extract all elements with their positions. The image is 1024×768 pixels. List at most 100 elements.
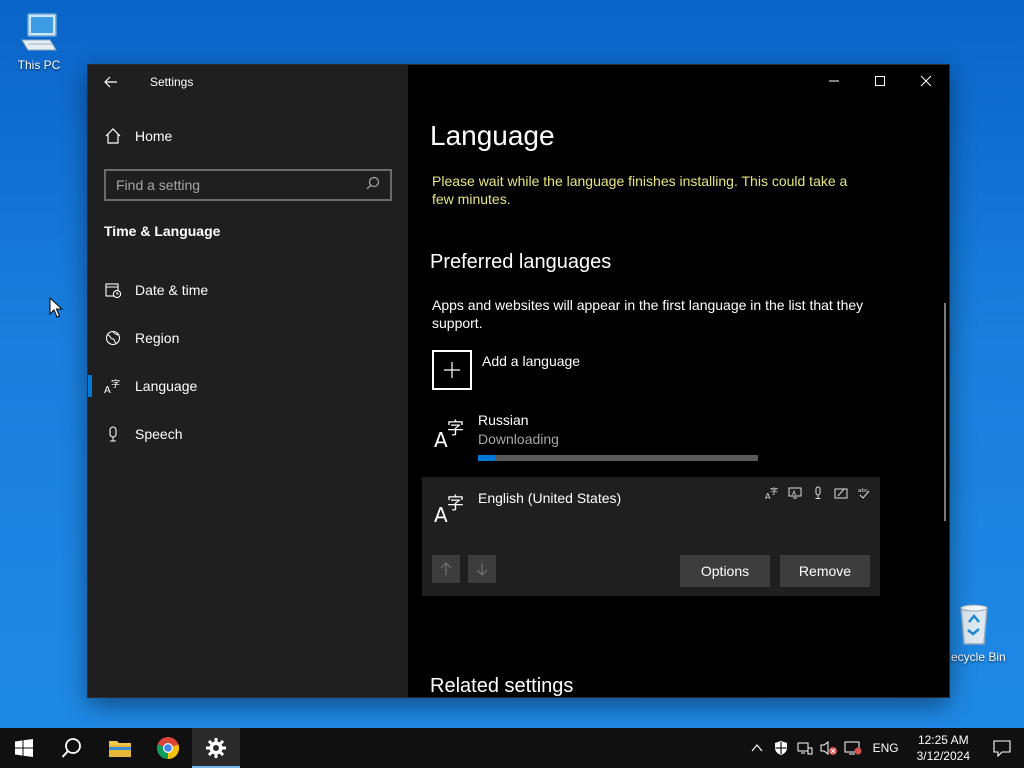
clock-date: 3/12/2024 [916, 749, 970, 763]
clock-time: 12:25 AM [917, 733, 969, 747]
sidebar-item-date-time[interactable]: Date & time [88, 266, 408, 314]
section-title: Time & Language [104, 223, 221, 239]
title-bar: Settings [88, 65, 408, 99]
notification-icon [993, 740, 1011, 757]
handwriting-icon [833, 485, 849, 501]
chevron-up-icon [751, 744, 763, 752]
recycle-bin-icon [951, 602, 997, 648]
home-label: Home [135, 128, 173, 144]
minimize-button[interactable] [811, 65, 857, 97]
svg-text:字: 字 [447, 419, 464, 439]
page-title: Language [430, 120, 555, 151]
computer-icon [16, 10, 62, 56]
mouse-cursor-icon [49, 297, 63, 318]
maximize-icon [875, 76, 885, 86]
display-tray-button[interactable] [841, 728, 865, 768]
settings-window: Settings Home Time & Language Date & tim… [88, 65, 949, 697]
shield-icon [774, 741, 787, 755]
add-language-label: Add a language [482, 353, 581, 369]
sidebar-item-label: Speech [135, 426, 183, 442]
network-tray-button[interactable] [793, 728, 817, 768]
svg-text:字: 字 [111, 378, 120, 390]
related-settings-heading: Related settings [430, 675, 574, 697]
language-glyph-icon: A字 [434, 416, 468, 452]
svg-text:A: A [104, 385, 111, 395]
action-center-button[interactable] [980, 728, 1024, 768]
file-explorer-button[interactable] [96, 728, 144, 768]
language-item-english[interactable]: A字 English (United States) A字 A abc Opti… [422, 477, 880, 596]
svg-text:A: A [434, 503, 448, 525]
desktop-icon-label: Recycle Bin [942, 650, 1006, 664]
security-tray-button[interactable] [769, 728, 793, 768]
file-explorer-icon [109, 741, 131, 757]
display-icon [844, 741, 862, 755]
start-icon [15, 739, 33, 757]
language-pack-icon: A字 [764, 485, 780, 501]
settings-taskbar-button[interactable] [192, 728, 240, 768]
search-input[interactable] [116, 177, 366, 193]
language-feature-icons: A字 A abc [764, 485, 872, 501]
sidebar-item-label: Region [135, 330, 180, 346]
taskbar: ENG 12:25 AM 3/12/2024 [0, 728, 1024, 768]
back-arrow-icon [104, 76, 117, 88]
speech-icon [810, 485, 826, 501]
minimize-icon [829, 80, 839, 82]
language-name: English (United States) [478, 490, 622, 506]
home-icon [104, 127, 122, 145]
language-indicator[interactable]: ENG [865, 741, 907, 755]
language-item-russian[interactable]: A字 Russian Downloading [432, 410, 772, 466]
show-hidden-icons-button[interactable] [745, 728, 769, 768]
window-controls [811, 65, 949, 97]
settings-sidebar: Settings Home Time & Language Date & tim… [88, 65, 408, 697]
sidebar-item-region[interactable]: Region [88, 314, 408, 362]
arrow-up-icon [440, 562, 452, 575]
plus-icon [432, 350, 472, 390]
svg-text:A: A [434, 428, 448, 450]
close-icon [920, 75, 932, 87]
move-up-button[interactable] [432, 555, 460, 583]
language-status: Downloading [478, 431, 559, 447]
search-button[interactable] [48, 728, 96, 768]
home-nav-item[interactable]: Home [104, 127, 172, 145]
add-language-button[interactable]: Add a language [432, 350, 580, 390]
sidebar-item-speech[interactable]: Speech [88, 410, 408, 458]
settings-icon [206, 738, 226, 758]
system-tray: ENG 12:25 AM 3/12/2024 [745, 728, 1024, 768]
options-button[interactable]: Options [680, 555, 770, 587]
display-language-icon: A [787, 485, 803, 501]
maximize-button[interactable] [857, 65, 903, 97]
search-icon [61, 738, 81, 758]
chrome-icon [156, 737, 180, 760]
network-icon [797, 742, 813, 755]
sidebar-item-label: Language [135, 378, 198, 394]
settings-main-pane: Language Please wait while the language … [408, 65, 949, 697]
microphone-icon [104, 425, 122, 443]
clock[interactable]: 12:25 AM 3/12/2024 [907, 732, 980, 764]
volume-muted-icon [820, 741, 837, 755]
download-progress-bar [478, 455, 758, 461]
desktop-icon-label: This PC [17, 58, 61, 72]
volume-tray-button[interactable] [817, 728, 841, 768]
sidebar-item-label: Date & time [135, 282, 209, 298]
back-button[interactable] [88, 65, 134, 99]
desktop-icon-this-pc[interactable]: This PC [3, 10, 75, 72]
region-globe-icon [104, 329, 122, 347]
scrollbar[interactable] [944, 303, 946, 521]
preferred-languages-heading: Preferred languages [430, 251, 612, 273]
arrow-down-icon [476, 563, 488, 576]
date-time-icon [104, 281, 122, 299]
install-warning-text: Please wait while the language finishes … [432, 173, 848, 207]
move-down-button[interactable] [468, 555, 496, 583]
sidebar-nav: Date & time Region A字 Language Speech [88, 266, 408, 458]
chrome-button[interactable] [144, 728, 192, 768]
svg-text:字: 字 [447, 494, 464, 514]
search-icon[interactable] [366, 176, 380, 195]
start-button[interactable] [0, 728, 48, 768]
close-button[interactable] [903, 65, 949, 97]
svg-text:字: 字 [770, 486, 778, 496]
language-glyph-icon: A字 [434, 491, 468, 527]
sidebar-item-language[interactable]: A字 Language [88, 362, 408, 410]
remove-button[interactable]: Remove [780, 555, 870, 587]
search-box[interactable] [104, 169, 392, 201]
spellcheck-icon: abc [856, 485, 872, 501]
